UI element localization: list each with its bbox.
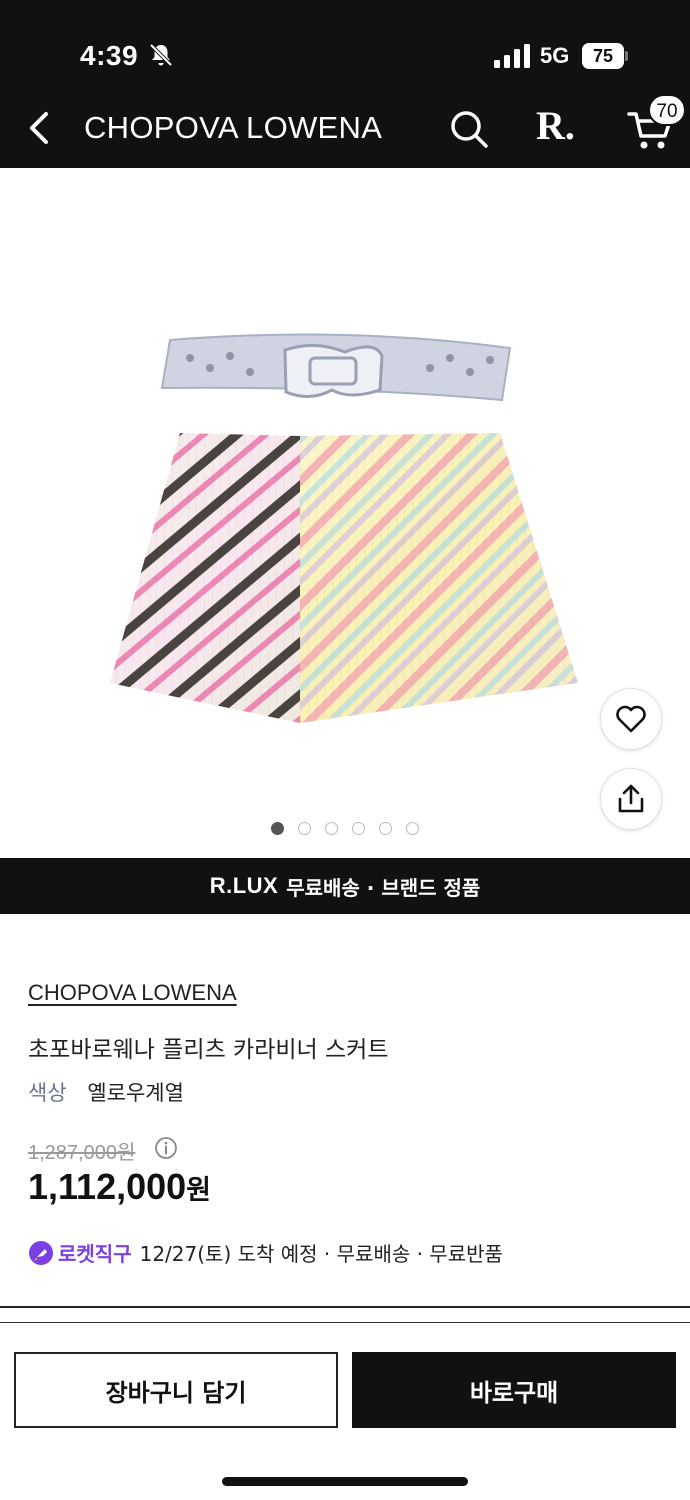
buy-now-button[interactable]: 바로구매 [352,1352,676,1428]
gallery-dot[interactable] [379,822,392,835]
add-to-cart-button[interactable]: 장바구니 담기 [14,1352,338,1428]
original-price: 1,287,000원 [28,1142,136,1164]
status-bar: 4:39 5G 75 [0,0,690,90]
color-value: 옐로우계열 [87,1081,184,1105]
network-type: 5G [540,43,570,68]
rlux-banner: R.LUX 무료배송 · 브랜드 정품 [0,858,690,914]
product-image-gallery[interactable] [0,168,690,858]
status-time: 4:39 [80,40,139,71]
sale-price-number: 1,112,000 [28,1166,187,1207]
rocket-icon [29,1240,53,1265]
gallery-dot[interactable] [352,822,365,835]
delivery-info: 로켓직구 12/27(토) 도착 예정 · 무료배송 · 무료반품 [28,1238,503,1267]
color-row: 색상 옐로우계열 [28,1077,184,1107]
gallery-dot[interactable] [406,822,419,835]
battery-level: 75 [582,43,624,69]
back-icon[interactable] [22,108,58,148]
gallery-dot[interactable] [325,822,338,835]
product-name: 초포바로웨나 플리츠 카라비너 스커트 [28,1037,389,1063]
wishlist-button[interactable] [600,688,662,750]
brand-link[interactable]: CHOPOVA LOWENA [28,980,237,1006]
battery-icon: 75 [582,43,628,69]
divider [0,1322,690,1323]
top-bar: 4:39 5G 75 CHOPOVA LOWENA R. 70 [0,0,690,168]
sale-price-unit: 원 [186,1175,212,1205]
share-icon [618,784,644,813]
gallery-pagination [0,822,690,835]
search-icon[interactable] [448,108,490,150]
gallery-dot[interactable] [271,822,284,835]
rocket-home-logo[interactable]: R. [536,102,575,149]
header-title[interactable]: CHOPOVA LOWENA [84,110,382,146]
cart-count-badge: 70 [648,94,686,126]
rlux-logo: R.LUX [209,873,279,898]
sale-price: 1,112,000원 [28,1166,211,1208]
heart-icon [616,705,646,733]
signal-icon [494,44,530,68]
delivery-text: 12/27(토) 도착 예정 · 무료배송 · 무료반품 [139,1242,503,1266]
app-header: CHOPOVA LOWENA R. 70 [0,90,690,168]
battery-nub [625,51,628,61]
home-indicator[interactable] [222,1477,468,1486]
product-image [110,333,578,723]
silent-bell-icon [149,43,173,67]
info-icon[interactable] [154,1136,178,1160]
color-label: 색상 [28,1081,67,1105]
gallery-dot[interactable] [298,822,311,835]
divider [0,1306,690,1308]
rocket-direct-label: 로켓직구 [58,1242,132,1266]
share-button[interactable] [600,768,662,830]
rlux-banner-text: 무료배송 · 브랜드 정품 [286,875,481,900]
